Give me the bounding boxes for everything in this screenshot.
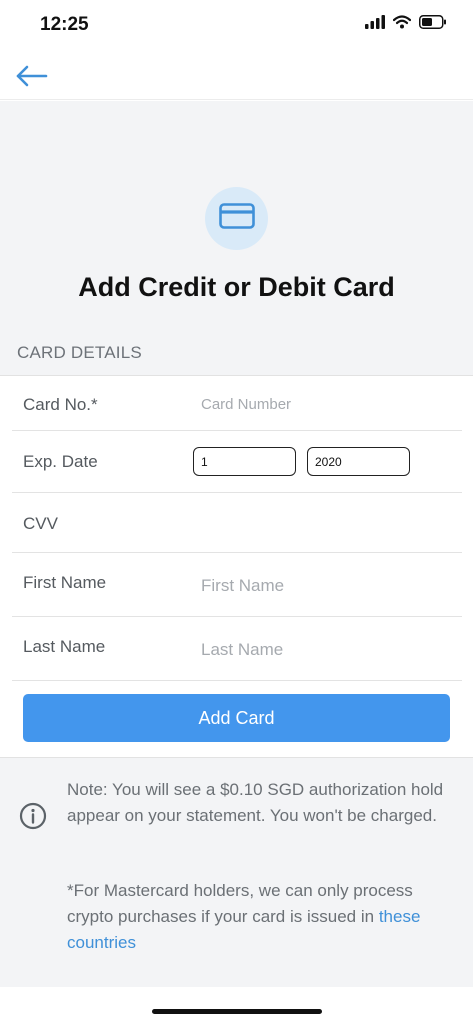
mastercard-footnote: *For Mastercard holders, we can only pro… [67,878,457,956]
exp-month-input[interactable] [193,447,296,476]
exp-date-label: Exp. Date [23,452,98,471]
add-card-button[interactable]: Add Card [23,694,450,742]
last-name-label: Last Name [23,637,106,656]
form-row-card-number: Card No.* [12,376,462,431]
card-number-input[interactable] [201,393,451,415]
form-row-last-name: Last Name [12,617,462,681]
first-name-label: First Name [23,573,107,592]
footnote-text: *For Mastercard holders, we can only pro… [67,881,413,926]
battery-icon [419,15,447,34]
nav-bar [0,52,473,100]
note-area: Note: You will see a $0.10 SGD authoriza… [0,757,473,987]
credit-card-icon [218,203,255,234]
form-row-cvv: CVV [12,493,462,553]
status-time: 12:25 [40,14,89,35]
first-name-input[interactable] [201,574,451,598]
card-icon-badge [205,187,268,250]
exp-year-input[interactable] [307,447,410,476]
form-row-first-name: First Name [12,553,462,617]
page-title: Add Credit or Debit Card [78,272,395,302]
form-row-exp-date: Exp. Date [12,431,462,493]
bottom-bar [0,987,473,1024]
authorization-note: Note: You will see a $0.10 SGD authoriza… [67,780,444,825]
header-area: Add Credit or Debit Card CARD DETAILS [0,101,473,375]
home-indicator [152,1009,322,1014]
wifi-icon [392,15,412,34]
section-label-card-details: CARD DETAILS [17,343,142,362]
status-bar: 12:25 [0,0,473,52]
cvv-label: CVV [23,514,58,533]
card-form: Card No.* Exp. Date CVV First Name Last … [0,375,473,757]
signal-icon [365,15,385,34]
arrow-left-icon [14,65,50,94]
status-icons [365,15,447,34]
cvv-input[interactable] [201,511,451,533]
back-button[interactable] [14,62,50,90]
info-icon [19,802,47,830]
last-name-input[interactable] [201,638,451,662]
card-number-label: Card No.* [23,395,98,414]
